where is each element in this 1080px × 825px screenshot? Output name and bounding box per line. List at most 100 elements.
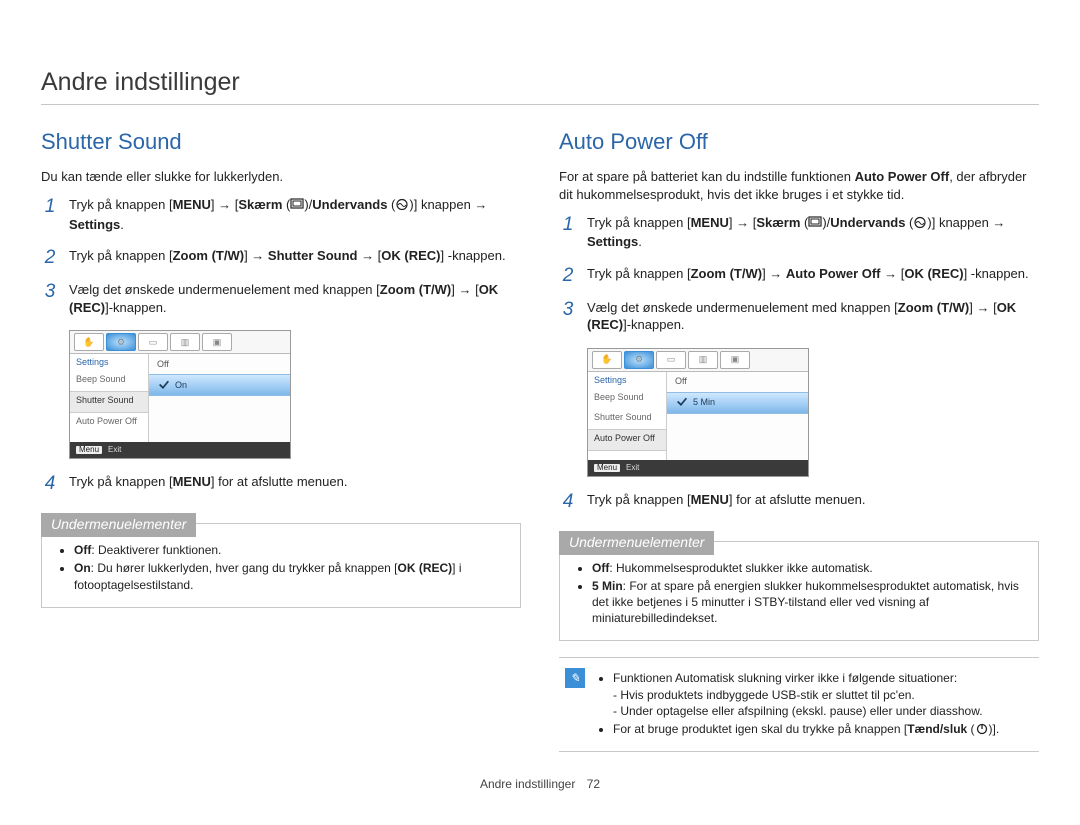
lcd-side-item: Auto Power Off <box>588 429 666 451</box>
screen-icon <box>808 216 822 234</box>
submenu-box: Undermenuelementer Off: Deaktiverer funk… <box>41 523 521 608</box>
step-body: Tryk på knappen [Zoom (T/W)] → Auto Powe… <box>587 265 1039 285</box>
text: ] for at afslutte menuen. <box>211 474 348 489</box>
power-label: Tænd/sluk <box>907 722 967 736</box>
step-body: Vælg det ønskede undermenuelement med kn… <box>587 299 1039 334</box>
lcd-tab-icon: ⚙ <box>106 333 136 351</box>
text: ( <box>967 722 974 736</box>
text: : Hukommelsesproduktet slukker ikke auto… <box>609 561 872 575</box>
step: 2 Tryk på knappen [Zoom (T/W)] → Auto Po… <box>559 265 1039 285</box>
text: 5 Min <box>693 398 715 407</box>
step: 1 Tryk på knappen [MENU] → [Skærm ()/Und… <box>41 196 521 233</box>
step: 1 Tryk på knappen [MENU] → [Skærm ()/Und… <box>559 214 1039 251</box>
left-column: Shutter Sound Du kan tænde eller slukke … <box>41 127 521 752</box>
text: → [ <box>357 248 381 263</box>
lcd-body: Settings Beep Sound Shutter Sound Auto P… <box>588 372 808 460</box>
text: - Hvis produktets indbyggede USB-stik er… <box>613 688 915 702</box>
step-number: 2 <box>41 247 59 267</box>
text: ] -knappen. <box>441 248 506 263</box>
step: 4 Tryk på knappen [MENU] for at afslutte… <box>41 473 521 493</box>
zoom-label: Zoom (T/W) <box>380 282 451 297</box>
lcd-side-title: Settings <box>588 372 666 389</box>
zoom-label: Zoom (T/W) <box>898 300 969 315</box>
note-box: ✎ Funktionen Automatisk slukning virker … <box>559 657 1039 752</box>
step-number: 2 <box>559 265 577 285</box>
lcd-option: Off <box>667 372 808 392</box>
ok-rec-label: OK (REC) <box>904 266 963 281</box>
lcd-side-item: Shutter Sound <box>588 409 666 429</box>
lcd-tab-icon: ⚙ <box>624 351 654 369</box>
text: ] for at afslutte menuen. <box>729 492 866 507</box>
lcd-side-item: Beep Sound <box>70 371 148 391</box>
submenu-list: Off: Hukommelsesproduktet slukker ikke a… <box>574 560 1024 627</box>
menu-label: MENU <box>173 474 211 489</box>
lcd-tab-icon: ▥ <box>170 333 200 351</box>
two-column-layout: Shutter Sound Du kan tænde eller slukke … <box>41 127 1039 752</box>
term: On <box>74 561 91 575</box>
lcd-option: Off <box>149 354 290 374</box>
lcd-tab-icon: ▣ <box>202 333 232 351</box>
underwater-label: Undervands <box>312 197 387 212</box>
lcd-body: Settings Beep Sound Shutter Sound Auto P… <box>70 354 290 442</box>
shutter-sound-label: Shutter Sound <box>268 248 358 263</box>
text: Tryk på knappen [ <box>587 215 691 230</box>
lcd-tab-icon: ✋ <box>592 351 622 369</box>
step: 4 Tryk på knappen [MENU] for at afslutte… <box>559 491 1039 511</box>
submenu-box: Undermenuelementer Off: Hukommelsesprodu… <box>559 541 1039 642</box>
lcd-foot-button: Menu <box>594 464 620 472</box>
text: Tryk på knappen [ <box>587 266 691 281</box>
list-item: 5 Min: For at spare på energien slukker … <box>592 578 1024 627</box>
lcd-side-item: Shutter Sound <box>70 391 148 413</box>
text: - Under optagelse eller afspilning (eksk… <box>613 704 983 718</box>
lcd-footer: Menu Exit <box>588 460 808 476</box>
settings-label: Settings <box>587 234 638 249</box>
text: ] → [ <box>451 282 478 297</box>
footer-label: Andre indstillinger <box>480 777 575 791</box>
list-item: For at bruge produktet igen skal du tryk… <box>613 721 999 739</box>
manual-page: Andre indstillinger Shutter Sound Du kan… <box>0 0 1080 822</box>
text: ] → <box>762 266 786 281</box>
text: . <box>120 217 124 232</box>
lcd-tab-bar: ✋ ⚙ ▭ ▥ ▣ <box>588 349 808 372</box>
step: 3 Vælg det ønskede undermenuelement med … <box>41 281 521 316</box>
text: Tryk på knappen [ <box>69 474 173 489</box>
lcd-tab-icon: ▭ <box>138 333 168 351</box>
underwater-label: Undervands <box>830 215 905 230</box>
step-body: Tryk på knappen [MENU] for at afslutte m… <box>587 491 1039 511</box>
lcd-foot-text: Exit <box>626 464 639 472</box>
lcd-foot-text: Exit <box>108 446 121 454</box>
lcd-side-item: Auto Power Off <box>70 413 148 433</box>
text: ( <box>387 197 395 212</box>
settings-label: Settings <box>69 217 120 232</box>
screen-icon <box>290 198 304 216</box>
lcd-sidebar: Settings Beep Sound Shutter Sound Auto P… <box>588 372 667 460</box>
note-icon: ✎ <box>565 668 585 688</box>
step-body: Tryk på knappen [Zoom (T/W)] → Shutter S… <box>69 247 521 267</box>
text: ( <box>905 215 913 230</box>
lcd-tab-bar: ✋ ⚙ ▭ ▥ ▣ <box>70 331 290 354</box>
submenu-list: Off: Deaktiverer funktionen. On: Du høre… <box>56 542 506 593</box>
zoom-label: Zoom (T/W) <box>691 266 762 281</box>
submenu-label: Undermenuelementer <box>41 513 196 537</box>
menu-label: MENU <box>173 197 211 212</box>
lcd-screenshot: ✋ ⚙ ▭ ▥ ▣ Settings Beep Sound Shutter So… <box>587 348 809 477</box>
lcd-side-item: Beep Sound <box>588 389 666 409</box>
ok-rec-label: OK (REC) <box>381 248 440 263</box>
text: )] knappen → <box>927 215 1005 230</box>
text: : For at spare på energien slukker hukom… <box>592 579 1019 625</box>
text: : Deaktiverer funktionen. <box>91 543 221 557</box>
screen-label: Skærm <box>238 197 282 212</box>
step-body: Tryk på knappen [MENU] → [Skærm ()/Under… <box>69 196 521 233</box>
text: → [ <box>881 266 905 281</box>
text: ] → [ <box>211 197 238 212</box>
lcd-tab-icon: ▥ <box>688 351 718 369</box>
underwater-icon <box>395 198 409 216</box>
text: Tryk på knappen [ <box>587 492 691 507</box>
term: Off <box>74 543 91 557</box>
note-list: Funktionen Automatisk slukning virker ik… <box>597 668 999 741</box>
auto-power-off-label: Auto Power Off <box>855 169 950 184</box>
step-number: 4 <box>559 491 577 511</box>
list-item: On: Du hører lukkerlyden, hver gang du t… <box>74 560 506 592</box>
term: 5 Min <box>592 579 623 593</box>
screen-label: Skærm <box>756 215 800 230</box>
